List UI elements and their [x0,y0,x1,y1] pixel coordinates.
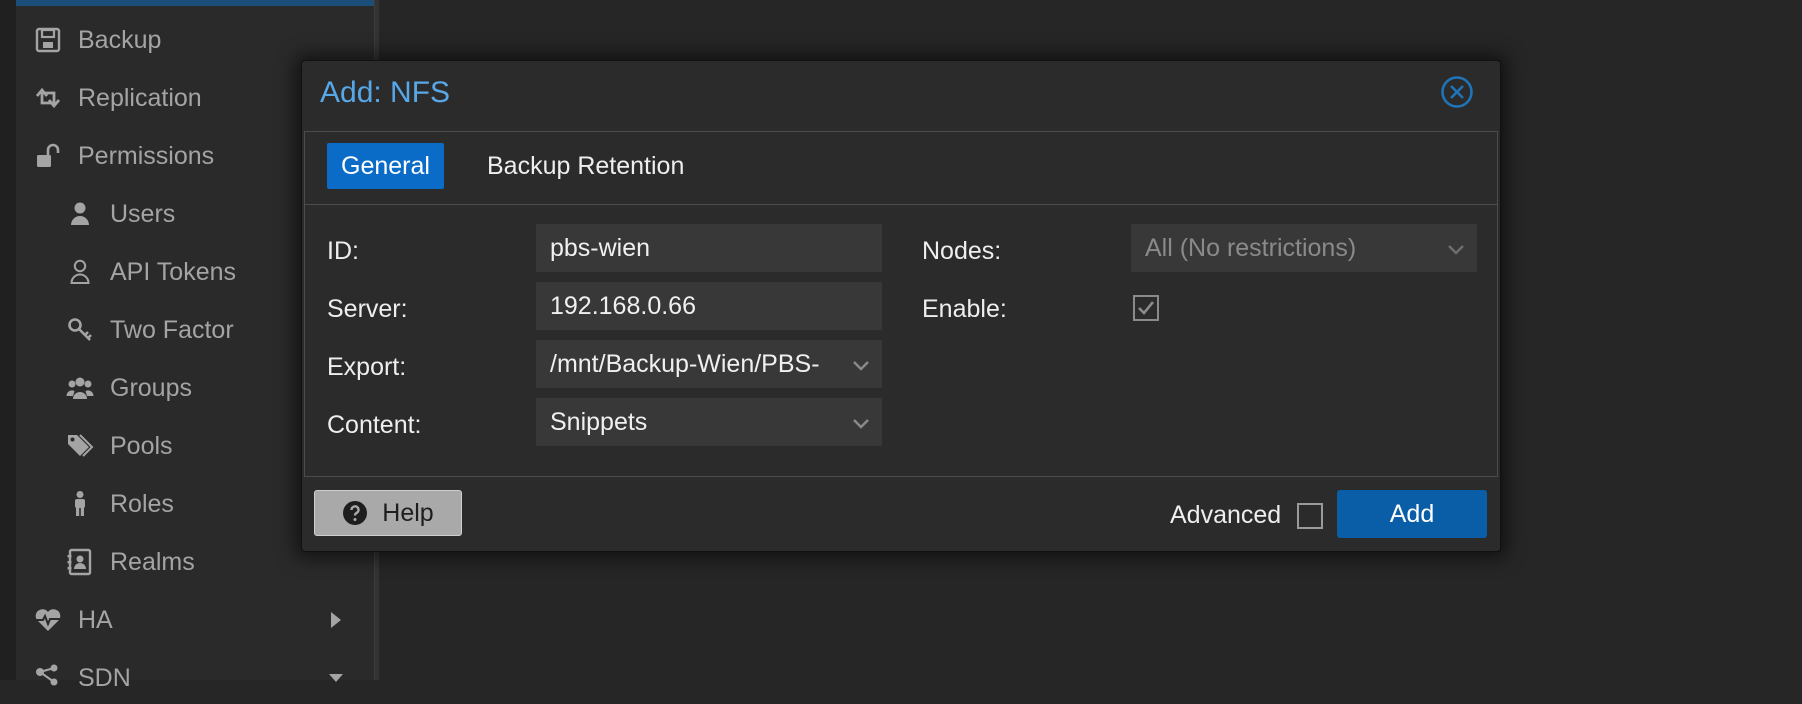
dialog-title: Add: NFS [320,76,451,109]
sidebar-item-label: Backup [78,25,162,54]
unlock-icon [32,140,64,172]
advanced-label: Advanced [1170,501,1282,529]
collapse-arrow-icon[interactable] [328,667,344,689]
server-label: Server: [327,295,408,323]
tab-backup-retention[interactable]: Backup Retention [473,143,698,189]
male-icon [64,488,96,520]
sidebar-item-label: Replication [78,83,202,112]
checkmark-icon [1138,301,1155,315]
chevron-down-icon[interactable] [850,354,872,376]
floppy-disk-icon [32,24,64,56]
users-icon [64,372,96,404]
advanced-checkbox[interactable] [1297,503,1323,529]
export-value: /mnt/Backup-Wien/PBS- [550,349,820,378]
sidebar-item-sdn[interactable]: SDN [16,652,374,704]
sidebar-item-ha[interactable]: HA [16,594,374,646]
close-icon[interactable] [1440,75,1474,109]
add-nfs-dialog: Add: NFS General Backup Retention ID: pb… [301,60,1501,552]
sidebar-item-label: Permissions [78,141,215,170]
sidebar-item-label: API Tokens [110,257,237,286]
heartbeat-icon [32,604,64,636]
content-value: Snippets [550,407,648,436]
help-button[interactable]: Help [314,490,462,536]
sidebar-item-label: Pools [110,431,173,460]
sidebar-item-backup[interactable]: Backup [16,14,374,66]
tab-bar: General Backup Retention [305,132,1497,205]
add-button[interactable]: Add [1337,490,1487,538]
export-select[interactable]: /mnt/Backup-Wien/PBS- [536,340,882,388]
expand-arrow-icon[interactable] [328,609,344,631]
sidebar-item-label: SDN [78,663,131,692]
content-label: Content: [327,411,422,439]
export-label: Export: [327,353,407,381]
left-panel-strip [0,0,16,680]
nodes-select[interactable]: All (No restrictions) [1131,224,1477,272]
id-value: pbs-wien [550,233,651,262]
server-value: 192.168.0.66 [550,291,696,320]
sidebar-item-label: Groups [110,373,192,402]
chevron-down-icon[interactable] [1445,238,1467,260]
tags-icon [64,430,96,462]
server-field[interactable]: 192.168.0.66 [536,282,882,330]
id-field[interactable]: pbs-wien [536,224,882,272]
enable-checkbox[interactable] [1133,295,1159,321]
content-select[interactable]: Snippets [536,398,882,446]
user-icon [64,198,96,230]
sidebar-item-label: Realms [110,547,195,576]
sidebar-item-label: Users [110,199,176,228]
sitemap-icon [32,662,64,694]
sidebar-item-label: HA [78,605,113,634]
sidebar-item-label: Two Factor [110,315,234,344]
nodes-label: Nodes: [922,237,1002,265]
user-outline-icon [64,256,96,288]
nodes-value: All (No restrictions) [1145,233,1357,262]
chevron-down-icon[interactable] [850,412,872,434]
id-label: ID: [327,237,359,265]
dialog-footer: Help Advanced Add [302,477,1500,551]
question-circle-icon [343,501,368,525]
key-icon [64,314,96,346]
sidebar-item-label: Roles [110,489,174,518]
dialog-body: General Backup Retention ID: pbs-wien Se… [304,131,1498,477]
sidebar-selected-indicator [16,0,374,6]
tab-general[interactable]: General [327,143,444,189]
help-label: Help [382,498,434,527]
enable-label: Enable: [922,295,1007,323]
address-book-icon [64,546,96,578]
retweet-arrows-icon [32,82,64,114]
